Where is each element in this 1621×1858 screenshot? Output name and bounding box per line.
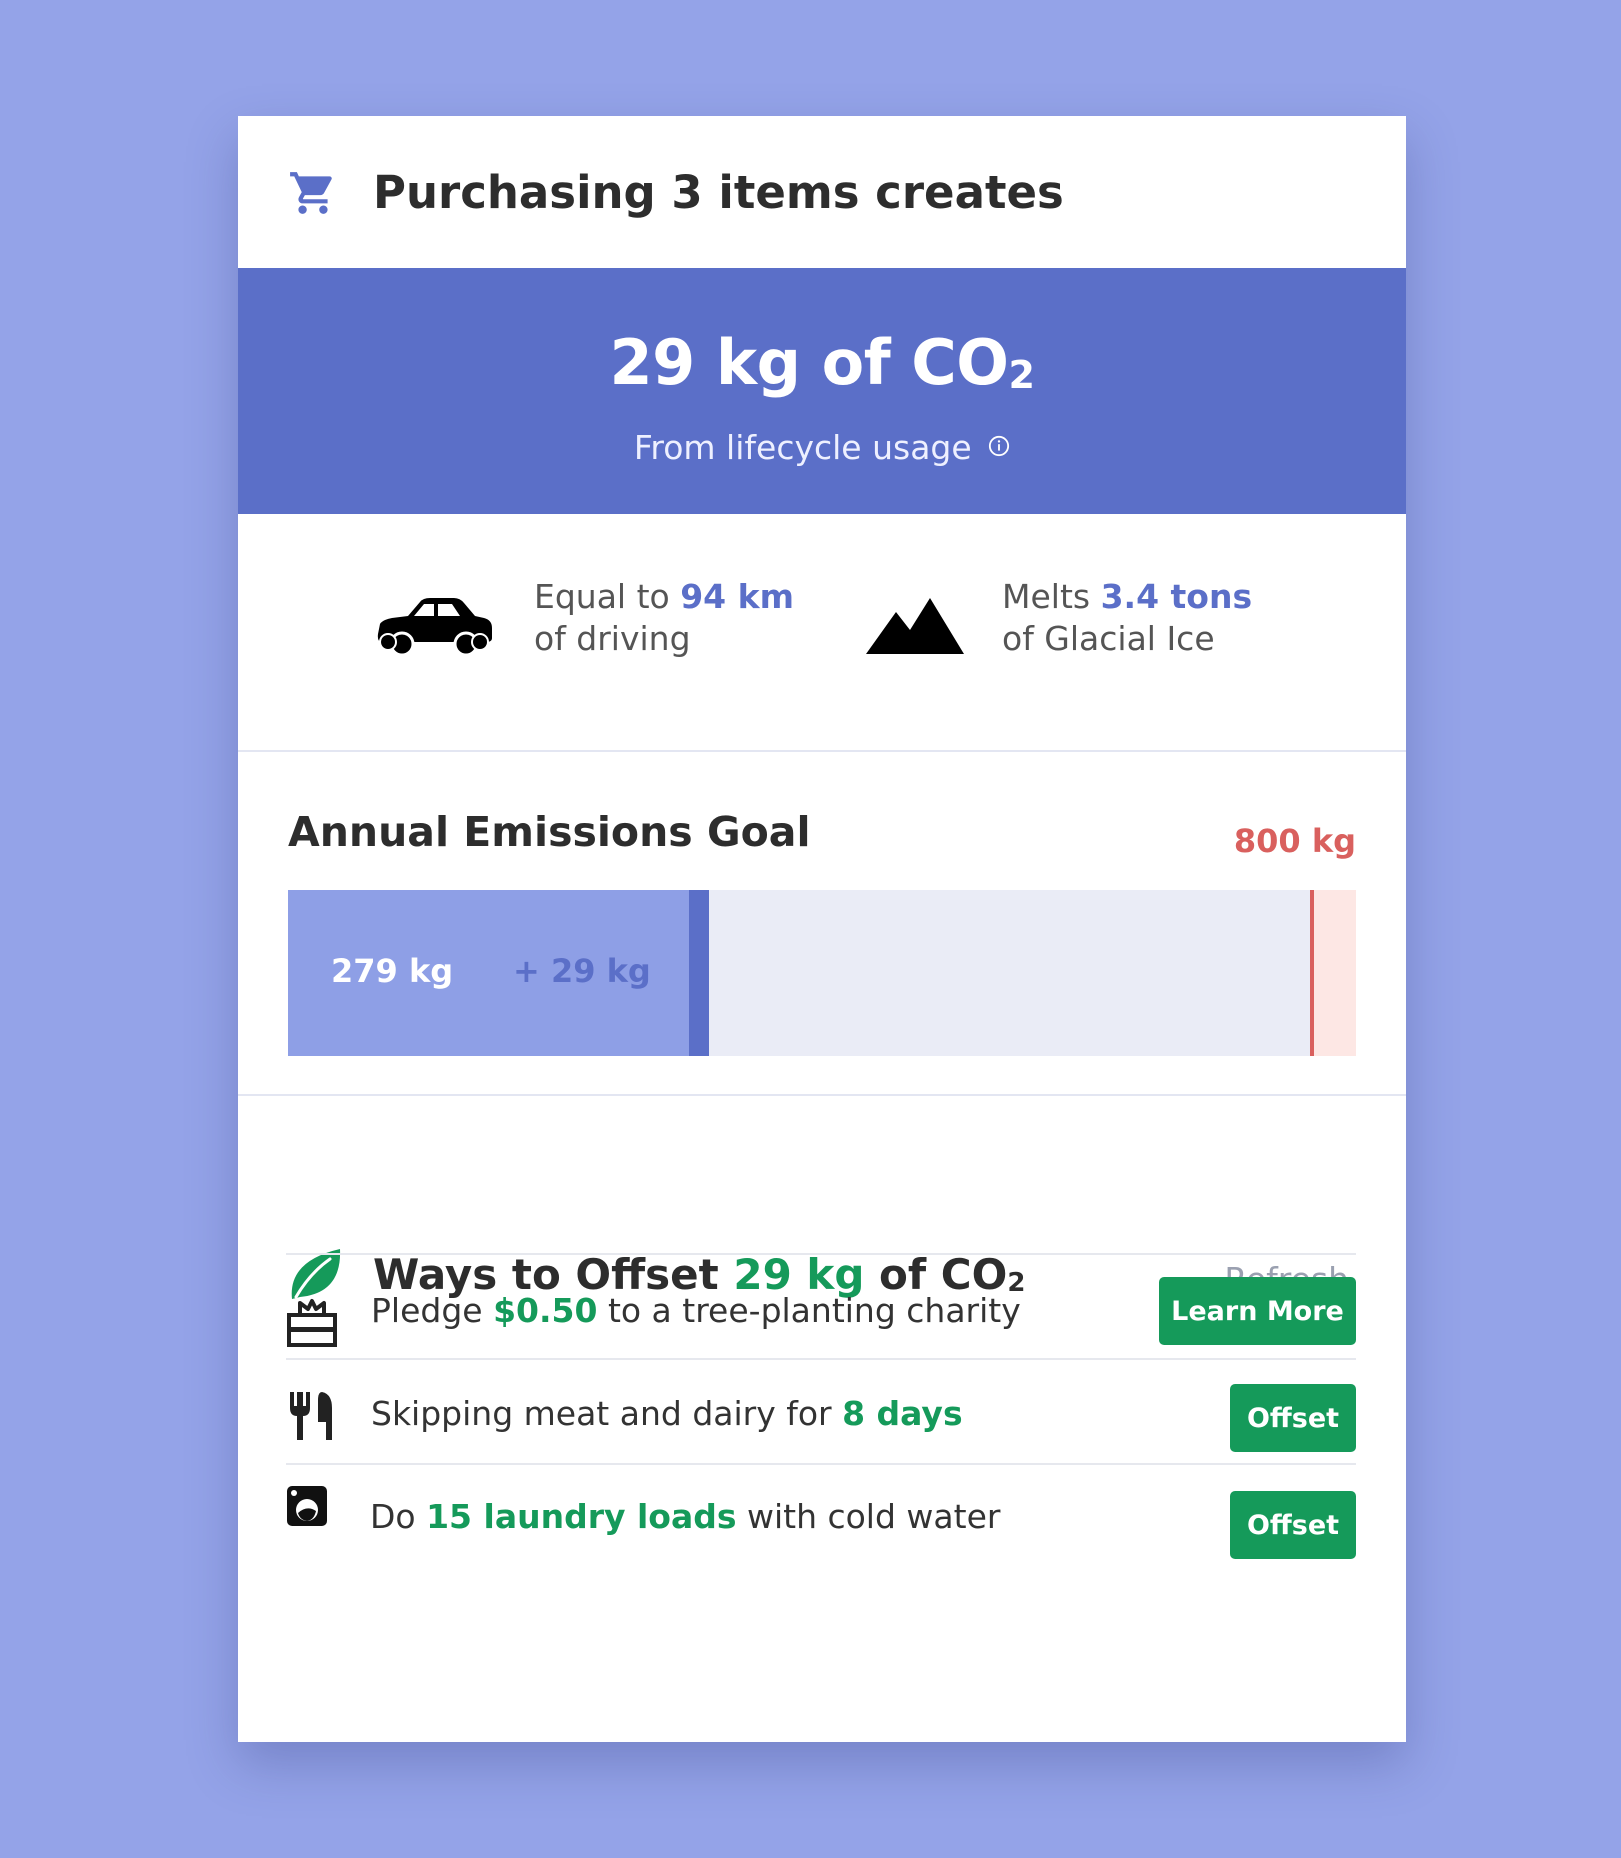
current-emissions-label: 279 kg xyxy=(331,952,454,990)
driving-prefix: Equal to xyxy=(534,577,681,616)
ice-amount: 3.4 tons xyxy=(1100,577,1253,616)
card-header: Purchasing 3 items creates xyxy=(238,116,1406,268)
offset-item-laundry: Do 15 laundry loads with cold water Offs… xyxy=(238,1465,1406,1589)
co2-total: 29 kg of CO2 xyxy=(238,326,1406,399)
driving-equivalent: Equal to 94 km of driving xyxy=(534,576,794,660)
goal-title: Annual Emissions Goal xyxy=(288,808,811,856)
ice-prefix: Melts xyxy=(1002,577,1101,616)
added-emissions-fill xyxy=(688,890,710,1056)
mountain-icon xyxy=(866,598,964,654)
goal-limit-marker xyxy=(1310,890,1315,1056)
offset-item-text: Pledge $0.50 to a tree-planting charity xyxy=(371,1291,1021,1330)
driving-suffix: of driving xyxy=(534,619,691,658)
goal-limit: 800 kg xyxy=(1233,822,1356,860)
offset-button[interactable]: Offset xyxy=(1230,1491,1356,1559)
emissions-card: Purchasing 3 items creates 29 kg of CO2 … xyxy=(238,116,1406,1742)
ice-suffix: of Glacial Ice xyxy=(1002,619,1215,658)
washing-machine-icon xyxy=(287,1486,327,1526)
co2-summary-banner: 29 kg of CO2 From lifecycle usage xyxy=(238,268,1406,514)
section-divider xyxy=(238,750,1406,752)
item-text-pre: Skipping meat and dairy for xyxy=(371,1394,843,1433)
item-text-value: $0.50 xyxy=(493,1291,598,1330)
item-text-post: with cold water xyxy=(736,1497,1001,1536)
learn-more-button[interactable]: Learn More xyxy=(1159,1277,1356,1345)
offset-item-text: Do 15 laundry loads with cold water xyxy=(370,1497,1000,1536)
item-text-value: 15 laundry loads xyxy=(426,1497,737,1536)
item-text-pre: Pledge xyxy=(371,1291,494,1330)
item-text-value: 8 days xyxy=(842,1394,963,1433)
utensils-icon xyxy=(290,1392,332,1440)
co2-source-text: From lifecycle usage xyxy=(633,428,972,467)
shopping-cart-icon xyxy=(290,172,332,214)
section-divider xyxy=(238,1094,1406,1096)
co2-source: From lifecycle usage xyxy=(238,428,1406,467)
co2-subscript: 2 xyxy=(1008,353,1035,397)
over-limit-zone xyxy=(1310,890,1356,1056)
header-title: Purchasing 3 items creates xyxy=(373,166,1064,219)
info-circle-icon[interactable] xyxy=(988,435,1010,457)
item-text-pre: Do xyxy=(370,1497,427,1536)
emissions-progress-bar: 279 kg + 29 kg xyxy=(288,890,1356,1056)
offset-item-text: Skipping meat and dairy for 8 days xyxy=(371,1394,963,1433)
car-icon xyxy=(377,598,492,657)
offset-button[interactable]: Offset xyxy=(1230,1384,1356,1452)
gift-icon xyxy=(287,1299,337,1347)
item-text-post: to a tree-planting charity xyxy=(597,1291,1021,1330)
driving-distance: 94 km xyxy=(680,577,794,616)
co2-total-text: 29 kg of CO xyxy=(609,326,1009,399)
ice-equivalent: Melts 3.4 tons of Glacial Ice xyxy=(1002,576,1252,660)
added-emissions-label: + 29 kg xyxy=(513,952,651,990)
